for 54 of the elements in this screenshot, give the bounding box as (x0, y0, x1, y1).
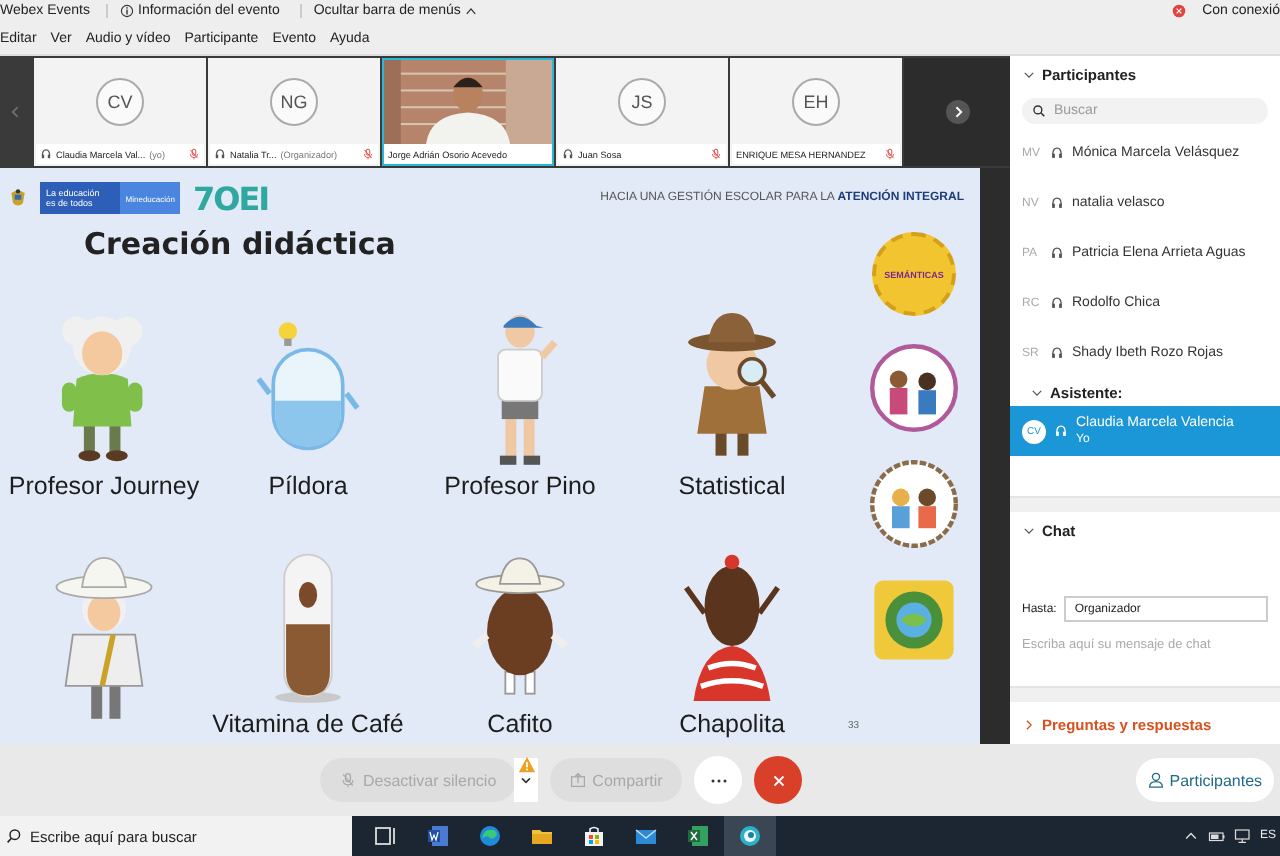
chevron-left-icon (8, 104, 24, 120)
task-view-icon (374, 824, 398, 848)
taskbar-app[interactable] (724, 816, 776, 856)
meeting-app-icon (738, 824, 762, 848)
network-icon (1233, 828, 1252, 844)
organization-logo: 7OEI (192, 179, 269, 217)
initials-avatar: CV (96, 78, 144, 126)
caret-icon (518, 772, 535, 788)
battery-icon (1207, 828, 1226, 844)
info-icon (120, 4, 135, 19)
chevron-icon (1030, 385, 1044, 399)
close-icon (769, 771, 788, 789)
participants-button[interactable]: Participantes (1135, 758, 1275, 802)
family-badge-drawing (870, 344, 958, 432)
chevron-icon (1022, 67, 1036, 81)
headset-icon (1050, 146, 1064, 160)
browser-icon (478, 824, 502, 848)
microphone-icon (340, 772, 357, 788)
children-badge-drawing (870, 460, 958, 548)
slide-title: Creación didáctica (82, 228, 398, 266)
close-icon (1172, 4, 1187, 19)
shopping-bag-icon (582, 824, 606, 848)
next-button[interactable] (945, 100, 969, 124)
initials-avatar: JS (618, 78, 666, 126)
globe-badge-drawing (870, 576, 958, 664)
person-icon (1147, 772, 1164, 788)
chevron-icon (1022, 523, 1036, 537)
more-icon (709, 777, 728, 783)
chevron-up-icon (464, 4, 479, 19)
character-label: Cafito (487, 710, 553, 740)
leave-button[interactable] (754, 756, 803, 804)
headset-icon (1054, 424, 1068, 438)
headset-icon (1050, 296, 1064, 310)
chevron-up-icon (1181, 828, 1200, 844)
character-label: Statistical (678, 472, 786, 502)
folder-icon (530, 824, 554, 848)
document-app-icon (426, 824, 450, 848)
mail-icon (634, 824, 658, 848)
initials-avatar: EH (792, 78, 840, 126)
shield-icon (8, 188, 28, 208)
character-label: Profesor Pino (444, 472, 596, 502)
character-label: Profesor Journey (8, 472, 200, 502)
share-icon (570, 772, 587, 788)
search-icon (1032, 104, 1046, 118)
headset-icon (1050, 246, 1064, 260)
headset-icon (1050, 196, 1064, 210)
character-label: Chapolita (679, 710, 785, 740)
headset-icon (1050, 346, 1064, 360)
chevron-icon (1022, 717, 1036, 731)
character-label: Vitamina de Café (212, 710, 404, 740)
character-label: Píldora (268, 472, 348, 502)
spreadsheet-app-icon (686, 824, 710, 848)
initials-avatar: NG (270, 78, 318, 126)
search-icon (6, 828, 22, 844)
